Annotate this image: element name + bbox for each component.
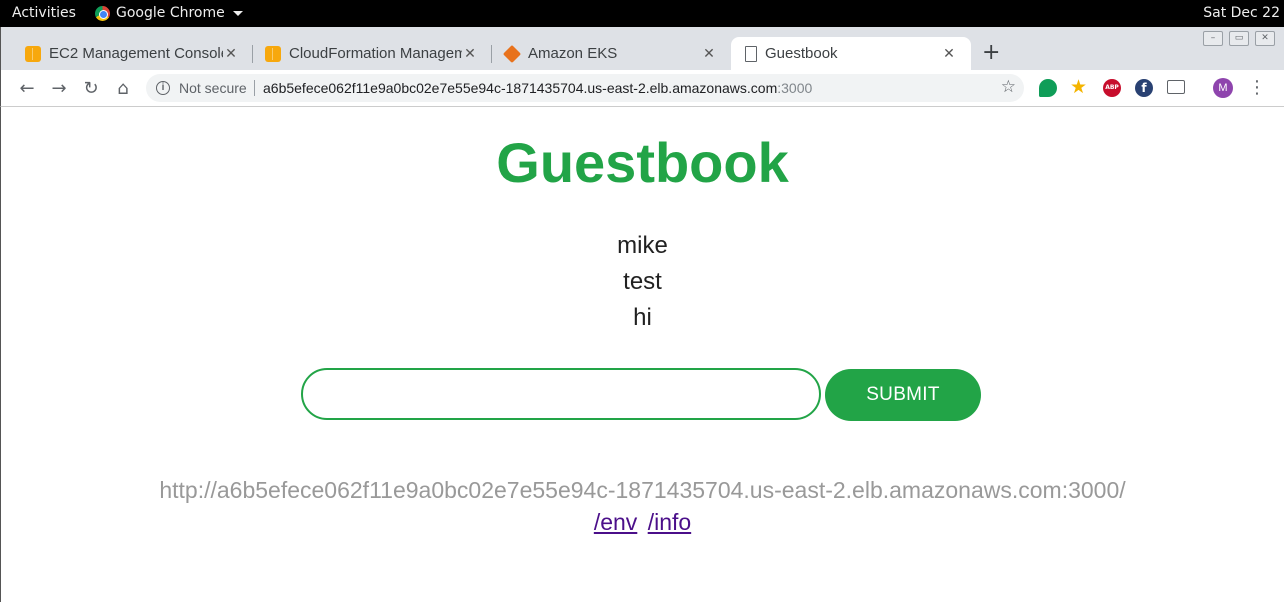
tab-ec2[interactable]: EC2 Management Console ✕ [1,37,253,70]
list-item: hi [633,304,652,331]
home-icon[interactable]: ⌂ [111,76,135,100]
app-menu[interactable]: Google Chrome [95,5,243,21]
bookmark-star-icon[interactable]: ☆ [1001,77,1016,97]
tab-eks[interactable]: Amazon EKS ✕ [492,37,731,70]
list-item: test [623,268,662,295]
page-content: Guestbook mike test hi SUBMIT http://a6b… [0,107,1284,602]
tab-guestbook[interactable]: Guestbook ✕ [731,37,971,70]
profile-avatar[interactable]: M [1213,78,1233,98]
aws-cube-icon [265,45,281,62]
divider [254,80,255,96]
eks-icon [502,44,522,63]
close-icon[interactable]: ✕ [701,45,717,62]
guest-entry-input[interactable] [301,368,821,420]
restore-icon[interactable]: ▭ [1229,31,1249,46]
security-label[interactable]: Not secure [179,80,247,96]
back-arrow-icon[interactable]: ← [15,76,39,100]
fedora-extension-icon[interactable]: f [1135,79,1153,97]
info-links: /env /info [1,509,1284,536]
caret-down-icon [232,10,243,16]
close-icon[interactable]: ✕ [223,45,239,62]
tab-cloudformation[interactable]: CloudFormation Management Console ✕ [253,37,492,70]
forward-arrow-icon[interactable]: → [47,76,71,100]
adblock-extension-icon[interactable]: ABP [1103,79,1121,97]
host-url: http://a6b5efece062f11e9a0bc02e7e55e94c-… [159,477,1126,503]
menu-dots-icon[interactable]: ⋮ [1248,76,1266,100]
clock[interactable]: Sat Dec 22 [1203,5,1280,21]
minimize-icon[interactable]: – [1203,31,1223,46]
url-port: :3000 [777,80,813,96]
star-extension-icon[interactable]: ★ [1070,76,1088,98]
url-text[interactable]: a6b5efece062f11e9a0bc02e7e55e94c-1871435… [263,80,812,96]
page-title: Guestbook [496,131,789,194]
close-icon[interactable]: ✕ [941,45,957,62]
close-window-icon[interactable]: ✕ [1255,31,1275,46]
activities-button[interactable]: Activities [12,5,76,21]
tab-title: EC2 Management Console [49,45,223,62]
tab-title: CloudFormation Management Console [289,45,462,62]
tab-title: Guestbook [765,45,838,62]
guestbook-form: SUBMIT [301,368,981,421]
info-link[interactable]: /info [648,509,691,535]
aws-cube-icon [25,45,41,62]
document-icon [745,45,757,62]
guestbook-entries: mike test hi [1,228,1284,336]
list-item: mike [617,232,668,259]
app-name: Google Chrome [116,5,225,21]
submit-button[interactable]: SUBMIT [825,369,981,421]
cast-icon[interactable] [1167,80,1185,94]
env-link[interactable]: /env [594,509,637,535]
address-bar[interactable]: i Not secure a6b5efece062f11e9a0bc02e7e5… [146,74,1024,102]
browser-toolbar: ← → ↻ ⌂ i Not secure a6b5efece062f11e9a0… [0,70,1284,107]
tab-strip: EC2 Management Console ✕ CloudFormation … [0,27,1284,70]
url-host: a6b5efece062f11e9a0bc02e7e55e94c-1871435… [263,80,778,96]
tab-title: Amazon EKS [528,45,618,62]
new-tab-button[interactable]: + [982,40,1000,65]
chrome-icon [95,5,110,21]
close-icon[interactable]: ✕ [462,45,478,62]
reload-icon[interactable]: ↻ [79,76,103,100]
hangouts-extension-icon[interactable] [1039,79,1057,97]
info-icon[interactable]: i [156,81,170,95]
system-top-bar: Activities Google Chrome Sat Dec 22 [0,0,1284,27]
